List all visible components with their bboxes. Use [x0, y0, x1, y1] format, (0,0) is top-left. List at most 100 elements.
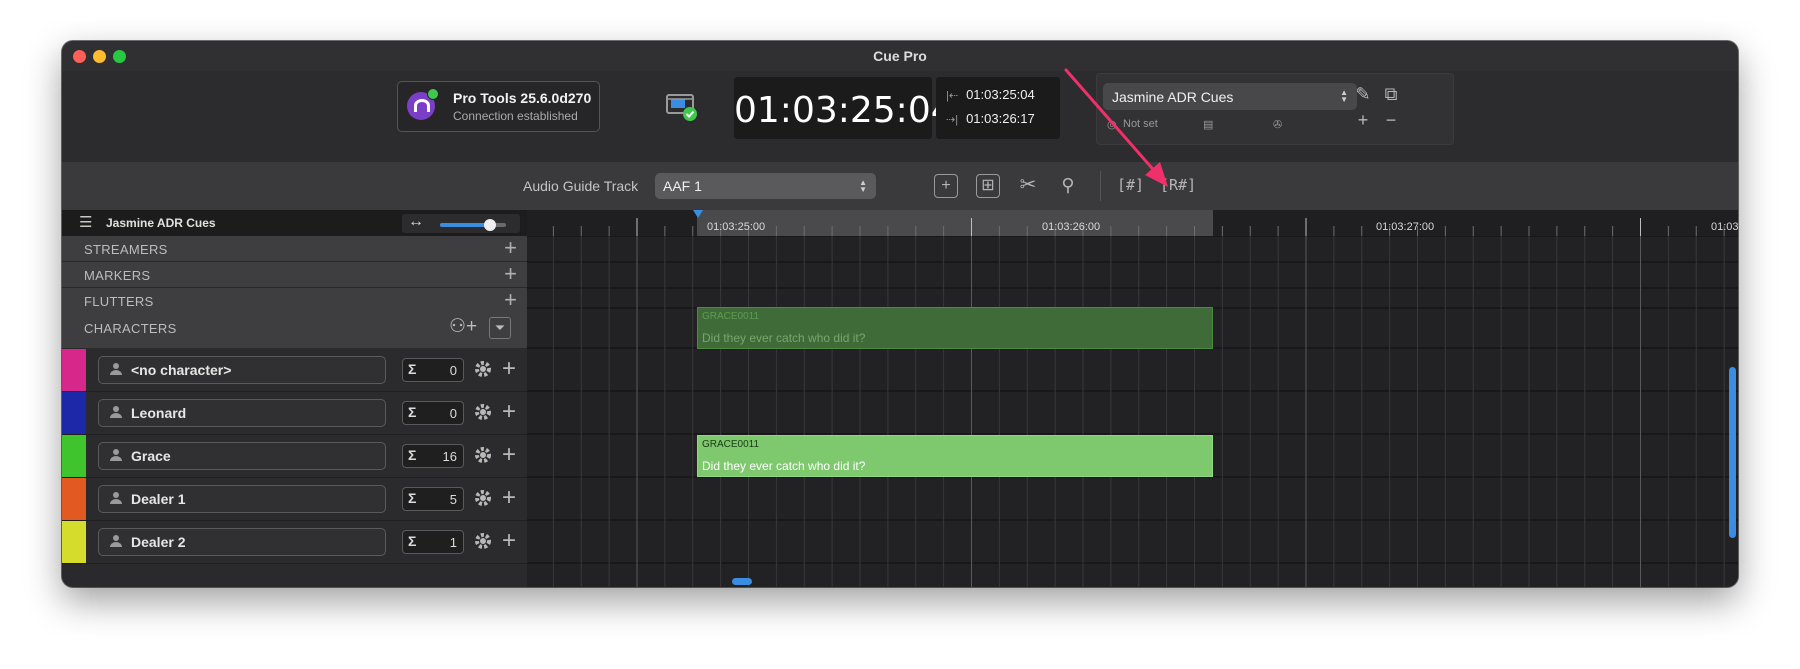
cue-count-box: Σ5 — [402, 487, 464, 511]
globe-icon[interactable]: ◎ — [1107, 118, 1117, 131]
zoom-control: ↔ — [402, 213, 520, 233]
remove-project-icon[interactable]: − — [1380, 109, 1402, 131]
add-cue-copy-icon[interactable]: ⊞ — [976, 174, 1000, 198]
cue-count-box: Σ0 — [402, 358, 464, 382]
character-name: Dealer 2 — [131, 534, 186, 550]
add-cue-button[interactable]: + — [502, 355, 516, 383]
main-timecode: 01:03:25:04 — [734, 90, 954, 131]
sigma-icon: Σ — [408, 447, 417, 463]
character-name-field[interactable]: Dealer 2 — [98, 528, 386, 556]
split-cue-icon[interactable]: ✂ — [1016, 174, 1040, 198]
add-cue-icon[interactable]: + — [934, 174, 958, 198]
audio-guide-value: AAF 1 — [663, 178, 702, 194]
title-bar: Cue Pro — [62, 41, 1738, 71]
character-color-swatch[interactable] — [62, 478, 86, 520]
character-color-swatch[interactable] — [62, 521, 86, 563]
markers-label: MARKERS — [84, 268, 151, 283]
character-name-field[interactable]: Dealer 1 — [98, 485, 386, 513]
add-cue-button[interactable]: + — [502, 484, 516, 512]
out-point-row[interactable]: ⇢| 01:03:26:17 — [946, 111, 1035, 126]
add-marker-button[interactable]: + — [504, 262, 517, 286]
ruler-label: 01:03:27:00 — [1376, 221, 1435, 233]
add-character-icon[interactable]: ⚇+ — [449, 315, 477, 338]
add-streamer-button[interactable]: + — [504, 236, 517, 260]
vertical-scrollbar[interactable] — [1729, 367, 1736, 538]
renumber-reel-cues-icon[interactable]: [R#] — [1160, 176, 1196, 194]
gear-icon[interactable] — [473, 445, 493, 465]
chevron-updown-icon: ▲ ▼ — [859, 178, 867, 194]
cue-line-text: Did they ever catch who did it? — [702, 459, 866, 473]
timeline-ruler[interactable]: 01:03:25:00 01:03:26:00 01:03:27:00 01:0… — [527, 210, 1738, 236]
character-color-swatch[interactable] — [62, 435, 86, 477]
playhead-marker[interactable] — [693, 210, 703, 218]
protools-connection-panel[interactable]: Pro Tools 25.6.0d270 Connection establis… — [397, 81, 600, 132]
character-name: Grace — [131, 448, 171, 464]
in-out-timecode-panel: |⇠ 01:03:25:04 ⇢| 01:03:26:17 — [936, 77, 1060, 139]
cue-line-text: Did they ever catch who did it? — [702, 331, 866, 345]
cue-timeline[interactable]: 01:03:25:00 01:03:26:00 01:03:27:00 01:0… — [527, 210, 1738, 587]
character-name: <no character> — [131, 362, 232, 378]
cue-count: 5 — [449, 492, 457, 507]
horizontal-scrollbar[interactable] — [732, 578, 752, 585]
connection-status-icon — [427, 88, 439, 100]
flutters-label: FLUTTERS — [84, 294, 154, 309]
list-menu-icon[interactable]: ☰ — [79, 213, 92, 231]
add-cue-button[interactable]: + — [502, 527, 516, 555]
filter-icon[interactable]: ⏷ — [489, 317, 511, 339]
add-cue-button[interactable]: + — [502, 441, 516, 469]
sigma-icon: Σ — [408, 361, 417, 377]
person-icon — [110, 363, 122, 375]
gear-icon[interactable] — [473, 402, 493, 422]
marker-tool-icon[interactable]: ⚲ — [1056, 174, 1080, 198]
character-name-field[interactable]: <no character> — [98, 356, 386, 384]
gear-icon[interactable] — [473, 488, 493, 508]
character-color-swatch[interactable] — [62, 349, 86, 391]
cue-count: 0 — [449, 363, 457, 378]
sigma-icon: Σ — [408, 490, 417, 506]
network-sync-icon[interactable] — [665, 89, 699, 123]
pencil-icon[interactable]: ✎ — [1352, 83, 1374, 105]
horizontal-zoom-icon[interactable]: ↔ — [408, 213, 424, 231]
duplicate-project-icon[interactable]: ⧉ — [1380, 83, 1402, 105]
cue-count: 1 — [449, 535, 457, 550]
connection-status-text: Connection established — [453, 109, 578, 123]
character-panel-title: Jasmine ADR Cues — [106, 216, 216, 230]
app-window: Cue Pro Pro Tools 25.6.0d270 Connection … — [62, 41, 1738, 587]
character-color-swatch[interactable] — [62, 392, 86, 434]
window-title: Cue Pro — [873, 48, 927, 64]
ruler-label: 01:03:28:00 — [1711, 221, 1738, 233]
timeline-grid — [527, 235, 1738, 587]
add-cue-button[interactable]: + — [502, 398, 516, 426]
character-row: Leonard Σ0 + — [62, 392, 527, 435]
character-name: Leonard — [131, 405, 187, 421]
sigma-icon: Σ — [408, 533, 417, 549]
gear-icon[interactable] — [473, 531, 493, 551]
in-point-row[interactable]: |⇠ 01:03:25:04 — [946, 87, 1035, 102]
in-point-icon: |⇠ — [946, 90, 959, 102]
renumber-cues-icon[interactable]: [#] — [1117, 176, 1144, 194]
ruler-label: 01:03:26:00 — [1042, 221, 1101, 233]
cue-id: GRACE0011 — [702, 311, 760, 322]
streamers-label: STREAMERS — [84, 242, 168, 257]
character-panel-header: ☰ Jasmine ADR Cues ↔ — [62, 210, 527, 236]
project-selector[interactable]: Jasmine ADR Cues ▲ ▼ — [1103, 83, 1357, 110]
markers-section: MARKERS + — [62, 262, 527, 288]
cue-count: 0 — [449, 406, 457, 421]
zoom-slider-knob[interactable] — [483, 219, 496, 231]
character-name-field[interactable]: Grace — [98, 442, 386, 470]
document-icon[interactable]: ▤ — [1203, 118, 1213, 131]
toolbar-divider — [1100, 171, 1101, 201]
audio-guide-select[interactable]: AAF 1 ▲ ▼ — [655, 173, 876, 199]
cue-block[interactable]: GRACE0011 Did they ever catch who did it… — [697, 435, 1213, 477]
character-name-field[interactable]: Leonard — [98, 399, 386, 427]
person-icon — [110, 492, 122, 504]
chevron-updown-icon: ▲ ▼ — [1340, 88, 1348, 104]
cue-count: 16 — [442, 449, 457, 464]
secondary-toolbar: Audio Guide Track AAF 1 ▲ ▼ + ⊞ ✂ ⚲ [#] [… — [62, 162, 1738, 210]
main-timecode-display: 01:03:25:04 — [734, 77, 954, 139]
zoom-slider[interactable] — [440, 219, 506, 231]
gear-icon[interactable] — [473, 359, 493, 379]
add-project-icon[interactable]: + — [1352, 109, 1374, 131]
cue-block-ghost[interactable]: GRACE0011 Did they ever catch who did it… — [697, 307, 1213, 349]
film-reel-icon[interactable]: ✇ — [1273, 118, 1282, 131]
